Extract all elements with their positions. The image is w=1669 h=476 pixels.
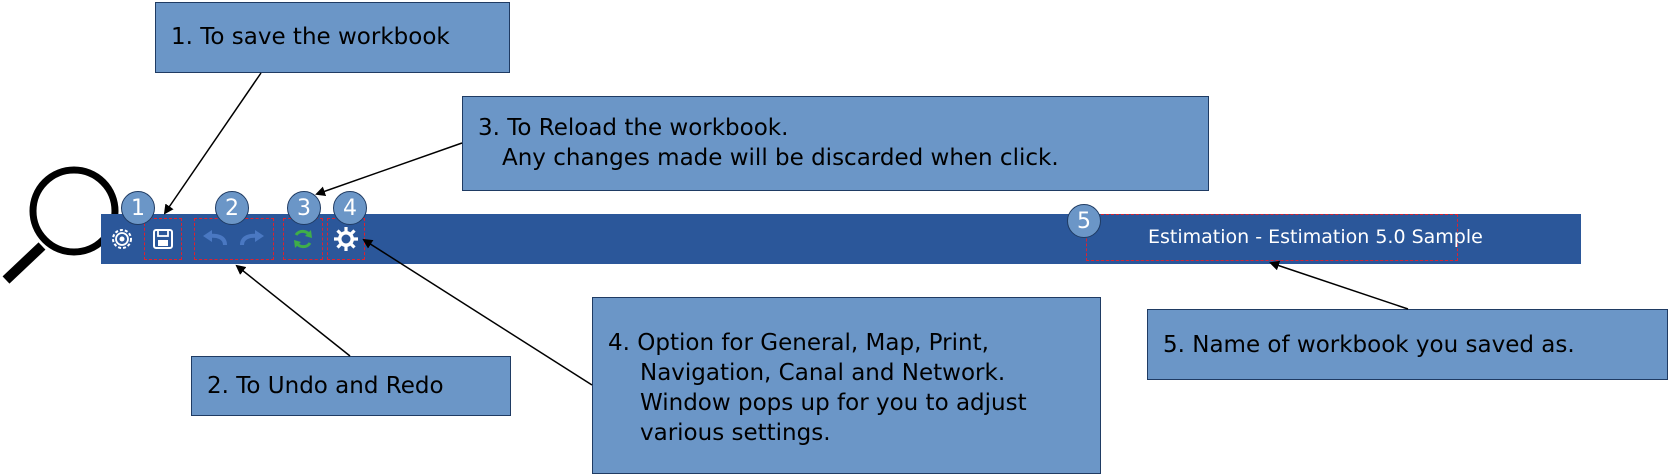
- badge-5: 5: [1067, 204, 1101, 238]
- callout-options-line3: Window pops up for you to adjust: [640, 390, 1027, 416]
- callout-reload-line2: Any changes made will be discarded when …: [502, 145, 1059, 171]
- callout-save: 1. To save the workbook: [155, 2, 510, 73]
- callout-undo-redo: 2. To Undo and Redo: [191, 356, 511, 416]
- redo-icon[interactable]: [237, 226, 267, 252]
- arrow-reload: [315, 142, 463, 197]
- arrow-title: [1269, 260, 1409, 310]
- badge-4: 4: [333, 191, 367, 225]
- callout-undo-redo-text: 2. To Undo and Redo: [207, 373, 444, 399]
- save-icon[interactable]: [150, 226, 176, 252]
- title-toolbar: Estimation - Estimation 5.0 Sample: [101, 214, 1581, 264]
- callout-options-line1: 4. Option for General, Map, Print,: [608, 330, 989, 356]
- settings-gear-icon[interactable]: [332, 225, 360, 253]
- badge-2: 2: [215, 191, 249, 225]
- callout-options-line4: various settings.: [640, 420, 831, 446]
- app-gear-icon[interactable]: [109, 226, 135, 252]
- callout-title: 5. Name of workbook you saved as.: [1147, 309, 1668, 380]
- callout-reload-line1: 3. To Reload the workbook.: [478, 115, 789, 141]
- badge-1: 1: [121, 191, 155, 225]
- callout-title-text: 5. Name of workbook you saved as.: [1163, 332, 1575, 358]
- callout-options: 4. Option for General, Map, Print, Navig…: [592, 297, 1101, 474]
- callout-reload: 3. To Reload the workbook. Any changes m…: [462, 96, 1209, 191]
- workbook-title: Estimation - Estimation 5.0 Sample: [1148, 226, 1483, 248]
- callout-options-line2: Navigation, Canal and Network.: [640, 360, 1006, 386]
- arrow-undo-redo: [235, 264, 351, 357]
- undo-icon[interactable]: [200, 226, 230, 252]
- reload-icon[interactable]: [289, 226, 317, 252]
- callout-save-text: 1. To save the workbook: [171, 24, 450, 50]
- badge-3: 3: [287, 191, 321, 225]
- arrow-save: [163, 72, 262, 215]
